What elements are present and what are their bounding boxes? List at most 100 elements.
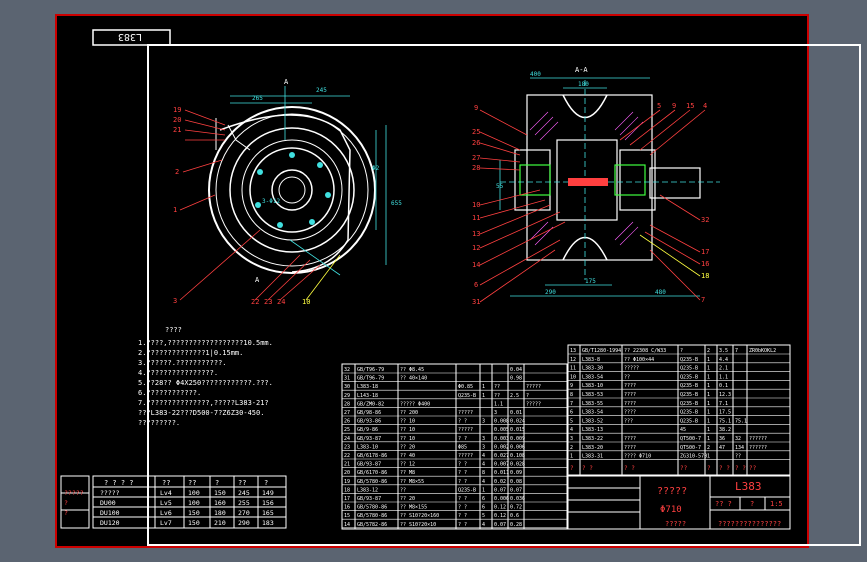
bom-right-cell: 1 xyxy=(707,357,710,363)
label-19: 19 xyxy=(173,106,181,114)
bom-right-cell: 36 xyxy=(719,436,725,442)
dim-r-55: 55 xyxy=(496,183,504,190)
bom-right-cell: ??? xyxy=(624,418,633,424)
dim-r-180: 180 xyxy=(578,81,589,88)
bom-middle-cell: ?? M8×155 xyxy=(400,505,427,511)
bom-middle-cell: 1.1 xyxy=(494,401,503,407)
bom-right-cell: 9 xyxy=(570,383,573,389)
label-22: 22 xyxy=(251,298,259,306)
spec-cell: 180 xyxy=(214,509,226,517)
bom-middle-cell: 4 xyxy=(482,522,485,528)
spec-cell: DU00 xyxy=(100,499,116,507)
label-24: 24 xyxy=(277,298,285,306)
bom-middle-cell: Φ85 xyxy=(458,444,467,450)
note-line-9: ?????????. xyxy=(138,419,180,427)
bom-middle-cell: ?? 10 xyxy=(400,427,415,433)
bom-middle-cell: ? ? xyxy=(458,462,467,468)
bom-right-cell: 10 xyxy=(570,374,576,380)
bom-middle-rows: 32 GB/T96-79?? Φ8.45 0.0431 GB/T96-79?? 40×… xyxy=(342,367,567,529)
bom-middle-cell: 0.08 xyxy=(510,479,522,485)
bom-right-cell: QT500-7 xyxy=(680,445,701,451)
bom-right-cell: 75.1 xyxy=(719,418,731,424)
bom-right-cell: 3.5 xyxy=(719,348,728,354)
label-r-16: 16 xyxy=(701,260,709,268)
bom-right-cell: Q235-B xyxy=(680,366,698,372)
bom-middle-cell: 3 xyxy=(482,444,485,450)
dim-bolt-holes: 3-Φ12 xyxy=(262,198,280,205)
bom-middle-cell: ?? 40 xyxy=(400,453,415,459)
bom-middle-cell: ?? 40×140 xyxy=(400,376,427,382)
bom-middle-cell: 0.015 xyxy=(510,427,525,433)
bom-right-cell: Q235-B xyxy=(680,401,698,407)
dim-245: 245 xyxy=(316,87,327,94)
spec-cell: 150 xyxy=(188,509,200,517)
bom-middle-cell: ?? S10?20×10 xyxy=(400,522,436,528)
label-3: 3 xyxy=(173,297,177,305)
label-20: 20 xyxy=(173,116,181,124)
bom-middle-cell: GB/93-86 xyxy=(357,419,381,425)
bom-right-cell: 32 xyxy=(735,436,741,442)
spec-cell: ????? xyxy=(64,489,84,497)
bom-middle-cell: 14 xyxy=(344,522,350,528)
spec-cell: Lv6 xyxy=(160,509,172,517)
dim-265: 265 xyxy=(252,95,263,102)
bom-middle-cell: GB/5780-86 xyxy=(357,513,387,519)
bom-middle-cell: 27 xyxy=(344,410,350,416)
bom-right-header-cell: ? ? xyxy=(719,465,730,472)
bom-middle-cell: GB/9-86 xyxy=(357,427,378,433)
bom-right-header-cell: ? ? xyxy=(735,465,746,472)
bom-middle-cell: 5 xyxy=(482,513,485,519)
spec-cell: 100 xyxy=(188,489,200,497)
spec-cell: 183 xyxy=(262,519,274,527)
bom-right-cell: 2 xyxy=(570,445,573,451)
bom-middle-cell: ? ? xyxy=(458,505,467,511)
bom-right-cell: ???? xyxy=(624,392,636,398)
bom-middle-cell: GB/5780-86 xyxy=(357,479,387,485)
bom-middle-cell: GB/T96-79 xyxy=(357,367,384,373)
bom-right-header-cell: ? ? xyxy=(624,465,635,472)
bom-middle-cell: ????? xyxy=(526,401,541,407)
bom-right-header: ?? ?? ????? ?? ??? xyxy=(570,465,757,472)
bom-middle-cell: 0.006 xyxy=(494,496,509,502)
label-r-9: 9 xyxy=(474,104,478,112)
bom-middle-cell: ? ? xyxy=(458,419,467,425)
label-r-10: 10 xyxy=(472,201,480,209)
bom-middle-cell: 0.009 xyxy=(510,436,525,442)
bom-middle-cell: ????? Φ400 xyxy=(400,401,430,407)
label-r-9b: 9 xyxy=(672,102,676,110)
bom-right-cell: ZR0bKOKL2 xyxy=(749,348,776,354)
bom-right-cell: QT500-7 xyxy=(680,436,701,442)
bom-right-cell: L383-8 xyxy=(582,357,600,363)
spec-cell: 270 xyxy=(238,509,250,517)
title-code: L383 xyxy=(735,480,762,493)
bom-right-cell: ???? xyxy=(624,410,636,416)
section-red-bolts xyxy=(568,178,608,186)
bom-middle-cell: 0.008 xyxy=(494,419,509,425)
code-box-text: L383 xyxy=(118,31,142,42)
label-2: 2 xyxy=(175,168,179,176)
bom-middle-cell: ? ? xyxy=(458,522,467,528)
bom-middle-cell: 0.036 xyxy=(510,496,525,502)
bom-middle-cell: 4 xyxy=(482,479,485,485)
bom-right-cell: L383-54 xyxy=(582,410,603,416)
bom-right-cell: 134 xyxy=(735,445,744,451)
bom-right-cell: 11 xyxy=(570,366,576,372)
section-dimension-lines xyxy=(499,77,700,297)
bom-right-cell: ?????? xyxy=(749,436,767,442)
spec-cell: DU100 xyxy=(100,509,120,517)
note-line-6: 6.????????????. xyxy=(138,389,201,397)
bom-right-cell: 12.3 xyxy=(719,392,731,398)
bom-middle-cell: GB/ZM0-82 xyxy=(357,401,384,407)
bom-right-cell: 13 xyxy=(570,348,576,354)
bom-middle-cell: 0.28 xyxy=(510,522,522,528)
spec-cell: 149 xyxy=(262,489,274,497)
label-r-4: 4 xyxy=(703,102,707,110)
bom-right-cell: 4.4 xyxy=(719,357,728,363)
spec-cell: Lv4 xyxy=(160,489,172,497)
section-leaders xyxy=(479,109,706,303)
bom-right-cell: 47 xyxy=(719,445,725,451)
bom-middle-cell: ????? xyxy=(526,384,541,390)
bom-middle-cell: 0.005 xyxy=(494,427,509,433)
bom-right-cell: 75.1 xyxy=(735,418,747,424)
title-name: ????? xyxy=(657,486,687,497)
